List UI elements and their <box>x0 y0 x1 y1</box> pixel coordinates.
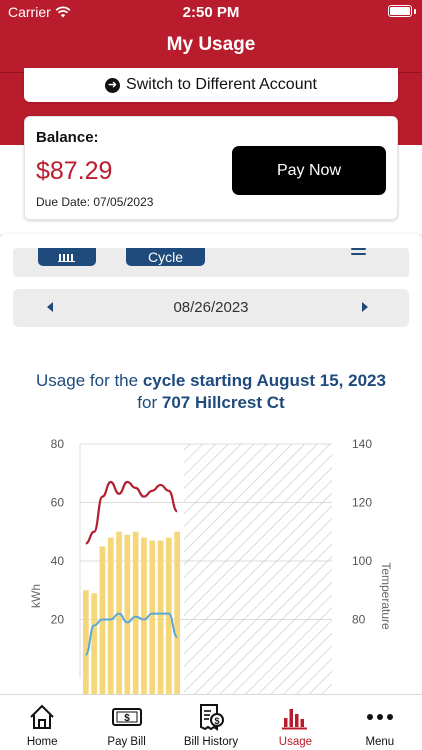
date-navigator: 08/26/2023 <box>13 289 409 327</box>
tab-menu-label: Menu <box>365 736 395 748</box>
page-title: My Usage <box>166 34 256 55</box>
home-icon <box>27 702 57 732</box>
usage-chart: 20 40 60 80 80 100 120 140 kWh Temperature <box>29 437 393 694</box>
balance-amount: $87.29 <box>36 157 113 185</box>
y-axis-title-left: kWh <box>29 584 43 608</box>
battery-icon <box>388 5 412 17</box>
y-tick-left-40: 40 <box>51 554 65 568</box>
tab-bar: Home $ Pay Bill $ Bill History Usage Men… <box>0 694 422 750</box>
temperature-high-line <box>85 480 178 545</box>
usage-heading-for: for <box>137 393 162 412</box>
y-tick-left-20: 20 <box>51 613 65 627</box>
y-axis-title-right: Temperature <box>379 562 393 630</box>
menu-icon <box>365 702 395 732</box>
tab-bill-history[interactable]: $ Bill History <box>169 695 253 750</box>
usage-bar[interactable] <box>83 590 89 694</box>
y-tick-left-80: 80 <box>51 437 65 451</box>
usage-heading-address: 707 Hillcrest Ct <box>161 393 285 412</box>
y-tick-left-60: 60 <box>51 496 65 510</box>
tab-pay-bill-label: Pay Bill <box>107 736 146 748</box>
usage-bar[interactable] <box>132 531 139 694</box>
y-tick-right-100: 100 <box>352 554 372 568</box>
pay-bill-icon: $ <box>111 702 142 732</box>
usage-bar[interactable] <box>149 540 156 694</box>
usage-heading: Usage for the cycle starting August 15, … <box>0 370 422 414</box>
y-tick-right-140: 140 <box>352 437 372 451</box>
pay-now-button[interactable]: Pay Now <box>232 146 386 195</box>
tab-menu[interactable]: Menu <box>338 695 422 750</box>
balance-label: Balance: <box>36 129 99 146</box>
usage-bar[interactable] <box>91 593 97 694</box>
next-date-arrow-icon[interactable] <box>362 302 368 312</box>
selected-date: 08/26/2023 <box>173 299 249 316</box>
y-tick-right-120: 120 <box>352 496 372 510</box>
view-toggle-bar: Cycle <box>13 248 409 277</box>
usage-icon <box>280 702 310 732</box>
usage-bar[interactable] <box>141 537 147 694</box>
tab-pay-bill[interactable]: $ Pay Bill <box>84 695 168 750</box>
usage-bar[interactable] <box>107 537 114 694</box>
due-date: Due Date: 07/05/2023 <box>36 195 154 209</box>
tab-usage[interactable]: Usage <box>253 695 337 750</box>
hamburger-menu-icon[interactable] <box>351 248 366 258</box>
svg-text:$: $ <box>215 716 220 726</box>
arrow-right-circle-icon: ➜ <box>105 77 121 93</box>
chart-view-button[interactable] <box>38 248 96 266</box>
usage-heading-cycle: cycle starting August 15, 2023 <box>142 371 386 390</box>
usage-bar[interactable] <box>174 531 180 694</box>
switch-account-label: Switch to Different Account <box>126 76 317 93</box>
future-period-hatch <box>184 444 332 694</box>
y-tick-right-80: 80 <box>352 613 366 627</box>
cycle-view-button[interactable]: Cycle <box>126 248 205 266</box>
switch-account-button[interactable]: ➜ Switch to Different Account <box>24 68 398 102</box>
tab-bill-history-label: Bill History <box>183 736 239 748</box>
usage-bar[interactable] <box>124 534 131 694</box>
bill-history-icon: $ <box>196 702 226 732</box>
usage-heading-prefix: Usage for the <box>36 371 143 390</box>
tab-home[interactable]: Home <box>0 695 84 750</box>
tab-usage-label: Usage <box>278 736 313 748</box>
bar-chart-icon <box>58 254 75 262</box>
status-time: 2:50 PM <box>182 4 240 21</box>
status-bar: Carrier 2:50 PM <box>0 0 422 24</box>
usage-bar[interactable] <box>157 540 164 694</box>
tab-home-label: Home <box>26 736 58 748</box>
svg-text:$: $ <box>124 713 130 724</box>
balance-card: Balance: $87.29 Due Date: 07/05/2023 Pay… <box>24 116 398 220</box>
